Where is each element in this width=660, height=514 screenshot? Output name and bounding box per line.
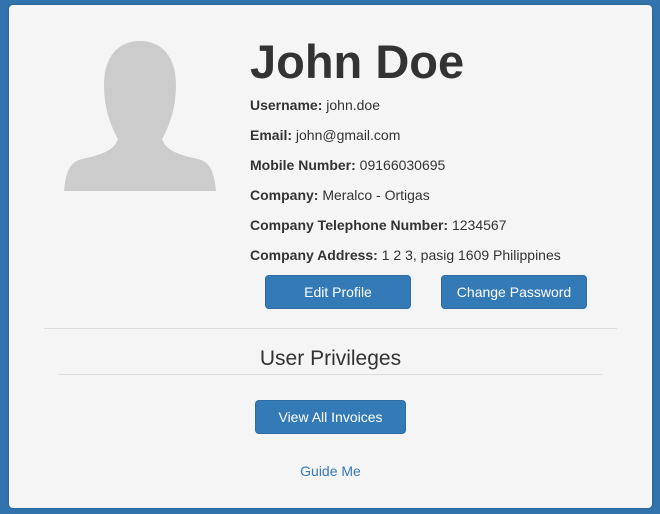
company-telephone-value: 1234567	[451, 217, 507, 233]
email-label: Email:	[250, 127, 293, 143]
guide-me-link[interactable]: Guide Me	[300, 463, 361, 479]
mobile-row: Mobile Number: 09166030695	[250, 157, 640, 187]
username-row: Username: john.doe	[250, 97, 640, 127]
guide-container: Guide Me	[9, 462, 652, 480]
view-all-invoices-button[interactable]: View All Invoices	[255, 400, 406, 434]
company-value: Meralco - Ortigas	[322, 187, 430, 203]
profile-info: Username: john.doe Email: john@gmail.com…	[250, 97, 640, 277]
company-address-label: Company Address:	[250, 247, 378, 263]
profile-name: John Doe	[250, 35, 465, 88]
mobile-value: 09166030695	[359, 157, 446, 173]
email-value: john@gmail.com	[295, 127, 401, 143]
company-row: Company: Meralco - Ortigas	[250, 187, 640, 217]
company-telephone-row: Company Telephone Number: 1234567	[250, 217, 640, 247]
privileges-divider	[59, 374, 602, 375]
profile-card: John Doe Username: john.doe Email: john@…	[9, 5, 652, 508]
edit-profile-button[interactable]: Edit Profile	[265, 275, 411, 309]
email-row: Email: john@gmail.com	[250, 127, 640, 157]
company-label: Company:	[250, 187, 319, 203]
company-telephone-label: Company Telephone Number:	[250, 217, 449, 233]
company-address-row: Company Address: 1 2 3, pasig 1609 Phili…	[250, 247, 640, 277]
mobile-label: Mobile Number:	[250, 157, 356, 173]
username-value: john.doe	[326, 97, 380, 113]
section-divider	[44, 328, 617, 329]
username-label: Username:	[250, 97, 323, 113]
company-address-value: 1 2 3, pasig 1609 Philippines	[381, 247, 561, 263]
privileges-title: User Privileges	[259, 347, 402, 370]
user-silhouette-icon	[64, 41, 216, 191]
change-password-button[interactable]: Change Password	[441, 275, 587, 309]
